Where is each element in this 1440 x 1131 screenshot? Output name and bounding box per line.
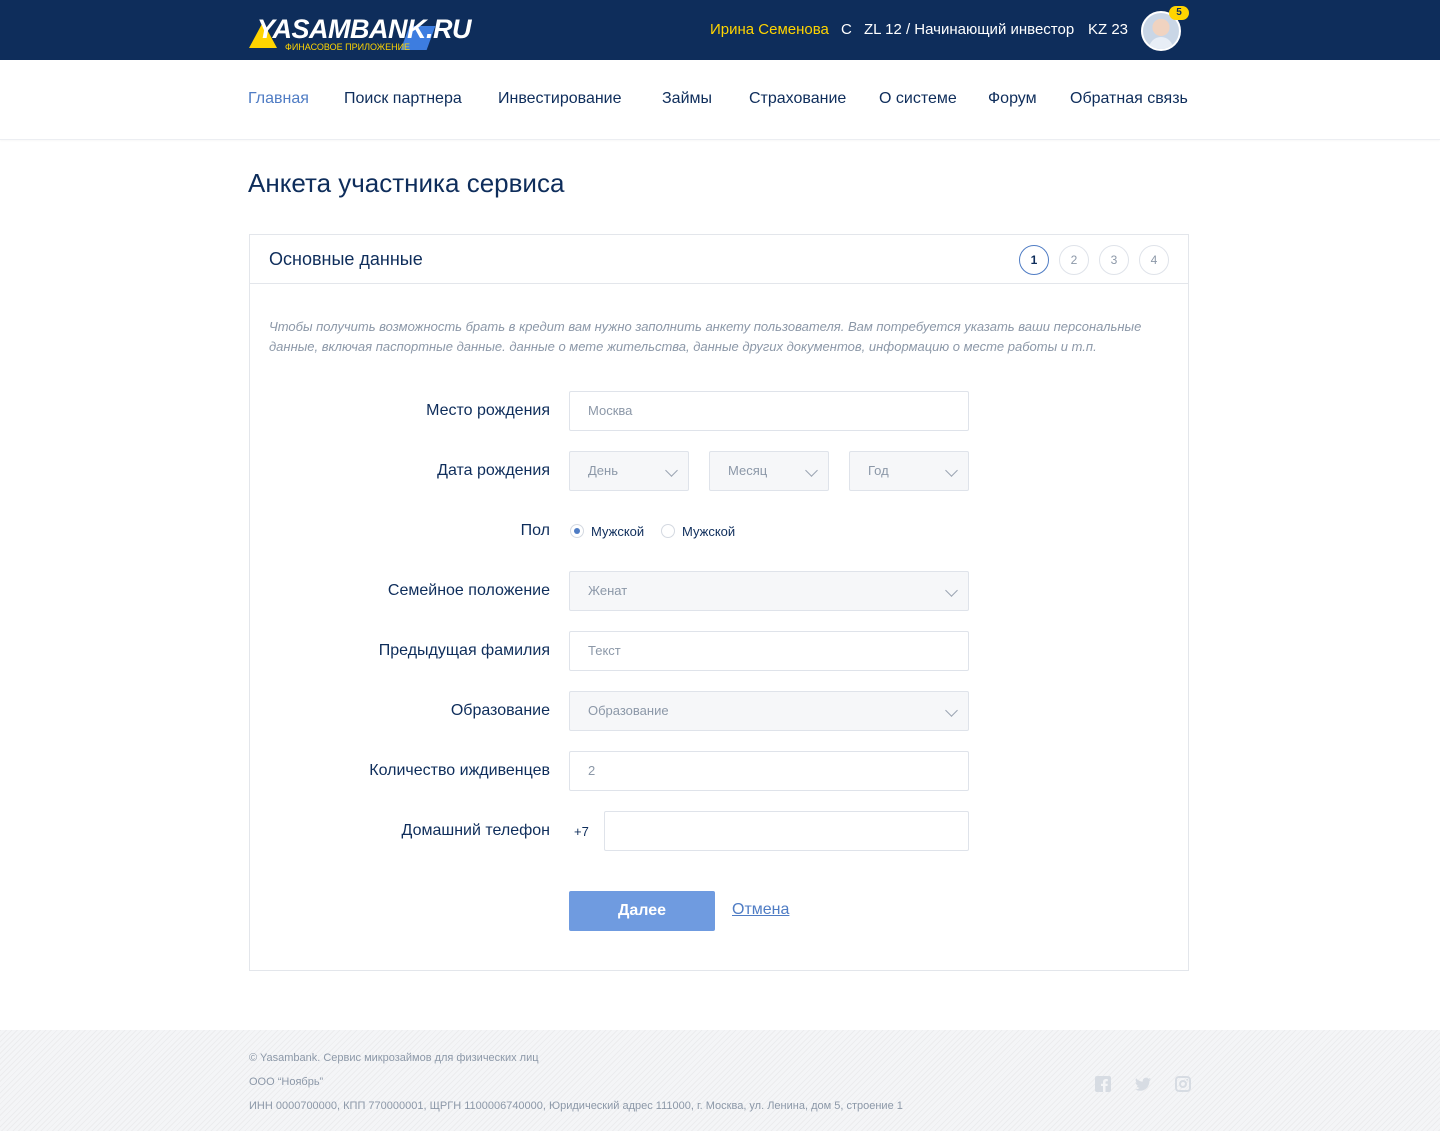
- marital-select[interactable]: Женат: [569, 571, 969, 611]
- nav-item-investing[interactable]: Инвестирование: [498, 90, 622, 108]
- dependents-value: 2: [588, 763, 596, 778]
- phone-prefix: +7: [574, 824, 589, 839]
- cancel-link[interactable]: Отмена: [732, 901, 789, 919]
- footer: [0, 1030, 1440, 1131]
- birthdate-label: Дата рождения: [437, 462, 550, 479]
- home-phone-label: Домашний телефон: [401, 822, 550, 839]
- chevron-down-icon: [945, 584, 958, 597]
- birthplace-label: Место рождения: [426, 402, 550, 419]
- notification-badge[interactable]: 5: [1169, 6, 1189, 20]
- gender-option-2[interactable]: Мужской: [682, 524, 735, 539]
- nav-item-feedback[interactable]: Обратная связь: [1070, 90, 1188, 108]
- chevron-down-icon: [945, 704, 958, 717]
- gender-radio-2[interactable]: [661, 524, 675, 538]
- prev-surname-input[interactable]: Текст: [569, 631, 969, 671]
- nav-item-insurance[interactable]: Страхование: [749, 90, 846, 108]
- nav-item-forum[interactable]: Форум: [988, 90, 1037, 108]
- marital-value: Женат: [588, 583, 628, 598]
- birthplace-placeholder: Москва: [588, 403, 633, 418]
- step-3[interactable]: 3: [1099, 245, 1129, 275]
- card-header: Основные данные 1 2 3 4: [250, 235, 1188, 284]
- birth-year-select[interactable]: Год: [849, 451, 969, 491]
- step-2[interactable]: 2: [1059, 245, 1089, 275]
- dependents-label: Количество иждивенцев: [369, 762, 550, 779]
- twitter-icon[interactable]: [1135, 1076, 1151, 1092]
- card-title: Основные данные: [269, 249, 423, 269]
- user-name-link[interactable]: Ирина Семенова: [710, 21, 829, 38]
- facebook-icon[interactable]: [1095, 1076, 1111, 1092]
- kz-balance: KZ 23: [1088, 21, 1129, 38]
- birth-year-value: Год: [868, 463, 889, 478]
- zl-level: ZL 12 / Начинающий инвестор: [864, 21, 1075, 38]
- nav-item-loans[interactable]: Займы: [662, 90, 712, 108]
- logo-text: YASAMBANK.RU: [257, 14, 472, 44]
- education-label: Образование: [450, 702, 550, 719]
- nav-item-about[interactable]: О системе: [879, 90, 957, 108]
- marital-label: Семейное положение: [387, 582, 550, 599]
- c-balance: C: [841, 21, 852, 38]
- home-phone-input[interactable]: [604, 811, 969, 851]
- chevron-down-icon: [805, 464, 818, 477]
- top-bar: YASAMBANK.RU ФИНАСОВОЕ ПРИЛОЖЕНИЕ Ирина …: [0, 0, 1440, 60]
- birth-day-select[interactable]: День: [569, 451, 689, 491]
- form-card: Основные данные 1 2 3 4 Чтобы получить в…: [249, 234, 1189, 971]
- chevron-down-icon: [945, 464, 958, 477]
- step-1[interactable]: 1: [1019, 245, 1049, 275]
- intro-text: Чтобы получить возможность брать в креди…: [269, 319, 1142, 354]
- education-select[interactable]: Образование: [569, 691, 969, 731]
- logo[interactable]: YASAMBANK.RU ФИНАСОВОЕ ПРИЛОЖЕНИЕ: [249, 8, 472, 52]
- nav-item-home[interactable]: Главная: [248, 90, 309, 108]
- birth-month-select[interactable]: Месяц: [709, 451, 829, 491]
- next-button[interactable]: Далее: [569, 891, 715, 931]
- page-title: Анкета участника сервиса: [248, 168, 565, 198]
- prev-surname-placeholder: Текст: [588, 643, 621, 658]
- step-4[interactable]: 4: [1139, 245, 1169, 275]
- instagram-icon[interactable]: [1175, 1076, 1191, 1092]
- gender-option-1[interactable]: Мужской: [591, 524, 644, 539]
- education-value: Образование: [588, 703, 669, 718]
- footer-company: ООО “Ноябрь”: [249, 1076, 324, 1088]
- footer-legal: ИНН 0000700000, КПП 770000001, ЩРГН 1100…: [249, 1100, 903, 1112]
- gender-label: Пол: [520, 522, 550, 539]
- main-nav: Главная Поиск партнера Инвестирование За…: [0, 60, 1440, 140]
- gender-radio-1[interactable]: [570, 524, 584, 538]
- logo-subtitle: ФИНАСОВОЕ ПРИЛОЖЕНИЕ: [285, 42, 411, 52]
- prev-surname-label: Предыдущая фамилия: [378, 642, 550, 659]
- dependents-input[interactable]: 2: [569, 751, 969, 791]
- chevron-down-icon: [665, 464, 678, 477]
- birth-day-value: День: [588, 463, 618, 478]
- birthplace-input[interactable]: Москва: [569, 391, 969, 431]
- birth-month-value: Месяц: [728, 463, 768, 478]
- nav-item-partner-search[interactable]: Поиск партнера: [344, 90, 462, 108]
- footer-copyright: © Yasambank. Сервис микрозаймов для физи…: [249, 1052, 539, 1064]
